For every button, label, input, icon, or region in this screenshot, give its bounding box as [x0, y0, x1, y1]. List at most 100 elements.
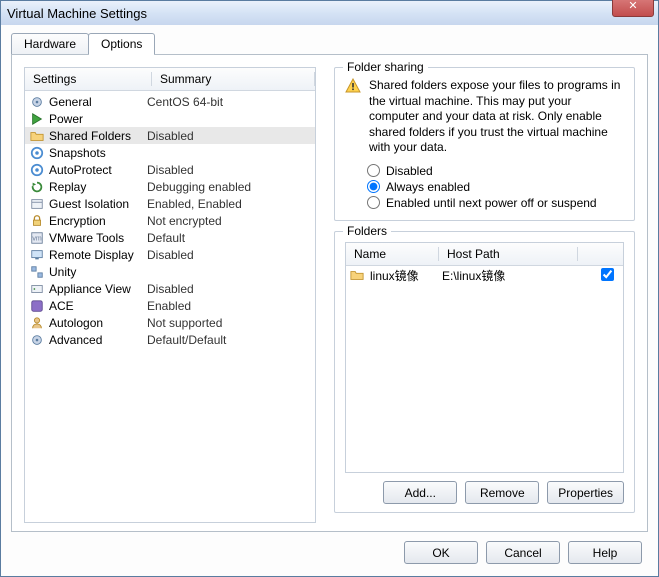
folders-list: Name Host Path linux镜像E:\linux镜像: [345, 242, 624, 473]
radio-until[interactable]: Enabled until next power off or suspend: [345, 196, 624, 210]
add-button[interactable]: Add...: [383, 481, 457, 504]
settings-row-label: Snapshots: [49, 146, 147, 160]
settings-row-summary: CentOS 64-bit: [147, 95, 223, 109]
col-header-summary[interactable]: Summary: [152, 72, 315, 86]
radio-until-label: Enabled until next power off or suspend: [386, 196, 597, 210]
cancel-button[interactable]: Cancel: [486, 541, 560, 564]
settings-row-summary: Default: [147, 231, 185, 245]
col-header-name[interactable]: Name: [346, 247, 439, 261]
settings-row-replay[interactable]: ReplayDebugging enabled: [25, 178, 315, 195]
folder-sharing-group: Folder sharing Shared folders expose you…: [334, 67, 635, 221]
close-button[interactable]: ✕: [612, 0, 654, 17]
ace-icon: [29, 298, 45, 314]
snapshot-icon: [29, 145, 45, 161]
settings-list-body: GeneralCentOS 64-bitPowerShared FoldersD…: [25, 91, 315, 350]
warning-row: Shared folders expose your files to prog…: [345, 78, 624, 156]
settings-row-autoprotect[interactable]: AutoProtectDisabled: [25, 161, 315, 178]
folders-list-body: linux镜像E:\linux镜像: [346, 266, 623, 286]
settings-row-summary: Disabled: [147, 129, 194, 143]
folders-buttons: Add... Remove Properties: [345, 481, 624, 504]
folder-icon: [29, 128, 45, 144]
settings-row-autologon[interactable]: AutologonNot supported: [25, 314, 315, 331]
settings-row-summary: Not supported: [147, 316, 222, 330]
settings-row-label: Power: [49, 112, 147, 126]
settings-row-label: ACE: [49, 299, 147, 313]
folder-enabled-checkbox[interactable]: [595, 268, 619, 284]
titlebar: Virtual Machine Settings ✕: [1, 1, 658, 26]
settings-row-encryption[interactable]: EncryptionNot encrypted: [25, 212, 315, 229]
tab-panel: Settings Summary GeneralCentOS 64-bitPow…: [11, 54, 648, 532]
snapshot-icon: [29, 162, 45, 178]
settings-row-label: Encryption: [49, 214, 147, 228]
gear-icon: [29, 94, 45, 110]
settings-row-snapshots[interactable]: Snapshots: [25, 144, 315, 161]
radio-until-input[interactable]: [367, 196, 380, 209]
radio-disabled-label: Disabled: [386, 164, 433, 178]
help-button[interactable]: Help: [568, 541, 642, 564]
folder-row[interactable]: linux镜像E:\linux镜像: [346, 266, 623, 286]
radio-always[interactable]: Always enabled: [345, 180, 624, 194]
svg-text:vm: vm: [32, 235, 42, 242]
settings-row-label: Remote Display: [49, 248, 147, 262]
settings-row-guest-isolation[interactable]: Guest IsolationEnabled, Enabled: [25, 195, 315, 212]
settings-row-unity[interactable]: Unity: [25, 263, 315, 280]
settings-row-summary: Disabled: [147, 282, 194, 296]
settings-row-summary: Disabled: [147, 248, 194, 262]
settings-row-label: Unity: [49, 265, 147, 279]
window: Virtual Machine Settings ✕ Hardware Opti…: [0, 0, 659, 577]
folder-name: linux镜像: [370, 267, 442, 284]
dialog-buttons: OK Cancel Help: [404, 541, 642, 564]
settings-list-header: Settings Summary: [25, 68, 315, 91]
display-icon: [29, 247, 45, 263]
settings-row-summary: Enabled: [147, 299, 191, 313]
gear-icon: [29, 332, 45, 348]
settings-row-label: Appliance View: [49, 282, 147, 296]
user-icon: [29, 315, 45, 331]
settings-row-label: Replay: [49, 180, 147, 194]
col-header-settings[interactable]: Settings: [25, 72, 152, 86]
settings-row-shared-folders[interactable]: Shared FoldersDisabled: [25, 127, 315, 144]
settings-row-summary: Not encrypted: [147, 214, 222, 228]
ok-button[interactable]: OK: [404, 541, 478, 564]
warning-text: Shared folders expose your files to prog…: [369, 78, 624, 156]
settings-row-label: Autologon: [49, 316, 147, 330]
tab-hardware[interactable]: Hardware: [11, 33, 89, 54]
settings-row-label: Advanced: [49, 333, 147, 347]
folders-legend: Folders: [343, 224, 391, 238]
settings-row-summary: Disabled: [147, 163, 194, 177]
unity-icon: [29, 264, 45, 280]
settings-row-ace[interactable]: ACEEnabled: [25, 297, 315, 314]
settings-list: Settings Summary GeneralCentOS 64-bitPow…: [24, 67, 316, 523]
settings-row-summary: Default/Default: [147, 333, 226, 347]
settings-row-vmware-tools[interactable]: vm VMware ToolsDefault: [25, 229, 315, 246]
settings-row-summary: Enabled, Enabled: [147, 197, 242, 211]
isolation-icon: [29, 196, 45, 212]
col-header-path[interactable]: Host Path: [439, 247, 578, 261]
replay-icon: [29, 179, 45, 195]
lock-icon: [29, 213, 45, 229]
right-pane: Folder sharing Shared folders expose you…: [334, 67, 635, 523]
folders-list-header: Name Host Path: [346, 243, 623, 266]
settings-row-remote-display[interactable]: Remote DisplayDisabled: [25, 246, 315, 263]
body: Hardware Options Settings Summary Genera…: [1, 25, 658, 576]
folder-icon: [350, 268, 366, 284]
appliance-icon: [29, 281, 45, 297]
radio-always-label: Always enabled: [386, 180, 470, 194]
radio-disabled-input[interactable]: [367, 164, 380, 177]
settings-row-label: General: [49, 95, 147, 109]
settings-row-label: Guest Isolation: [49, 197, 147, 211]
settings-row-label: AutoProtect: [49, 163, 147, 177]
settings-row-label: VMware Tools: [49, 231, 147, 245]
remove-button[interactable]: Remove: [465, 481, 539, 504]
settings-row-summary: Debugging enabled: [147, 180, 251, 194]
settings-row-general[interactable]: GeneralCentOS 64-bit: [25, 93, 315, 110]
settings-row-power[interactable]: Power: [25, 110, 315, 127]
settings-row-appliance-view[interactable]: Appliance ViewDisabled: [25, 280, 315, 297]
properties-button[interactable]: Properties: [547, 481, 624, 504]
radio-disabled[interactable]: Disabled: [345, 164, 624, 178]
settings-row-advanced[interactable]: AdvancedDefault/Default: [25, 331, 315, 348]
folders-group: Folders Name Host Path linux镜像E:\linux镜像…: [334, 231, 635, 513]
tab-options[interactable]: Options: [88, 33, 155, 54]
radio-always-input[interactable]: [367, 180, 380, 193]
folder-sharing-legend: Folder sharing: [343, 60, 428, 74]
